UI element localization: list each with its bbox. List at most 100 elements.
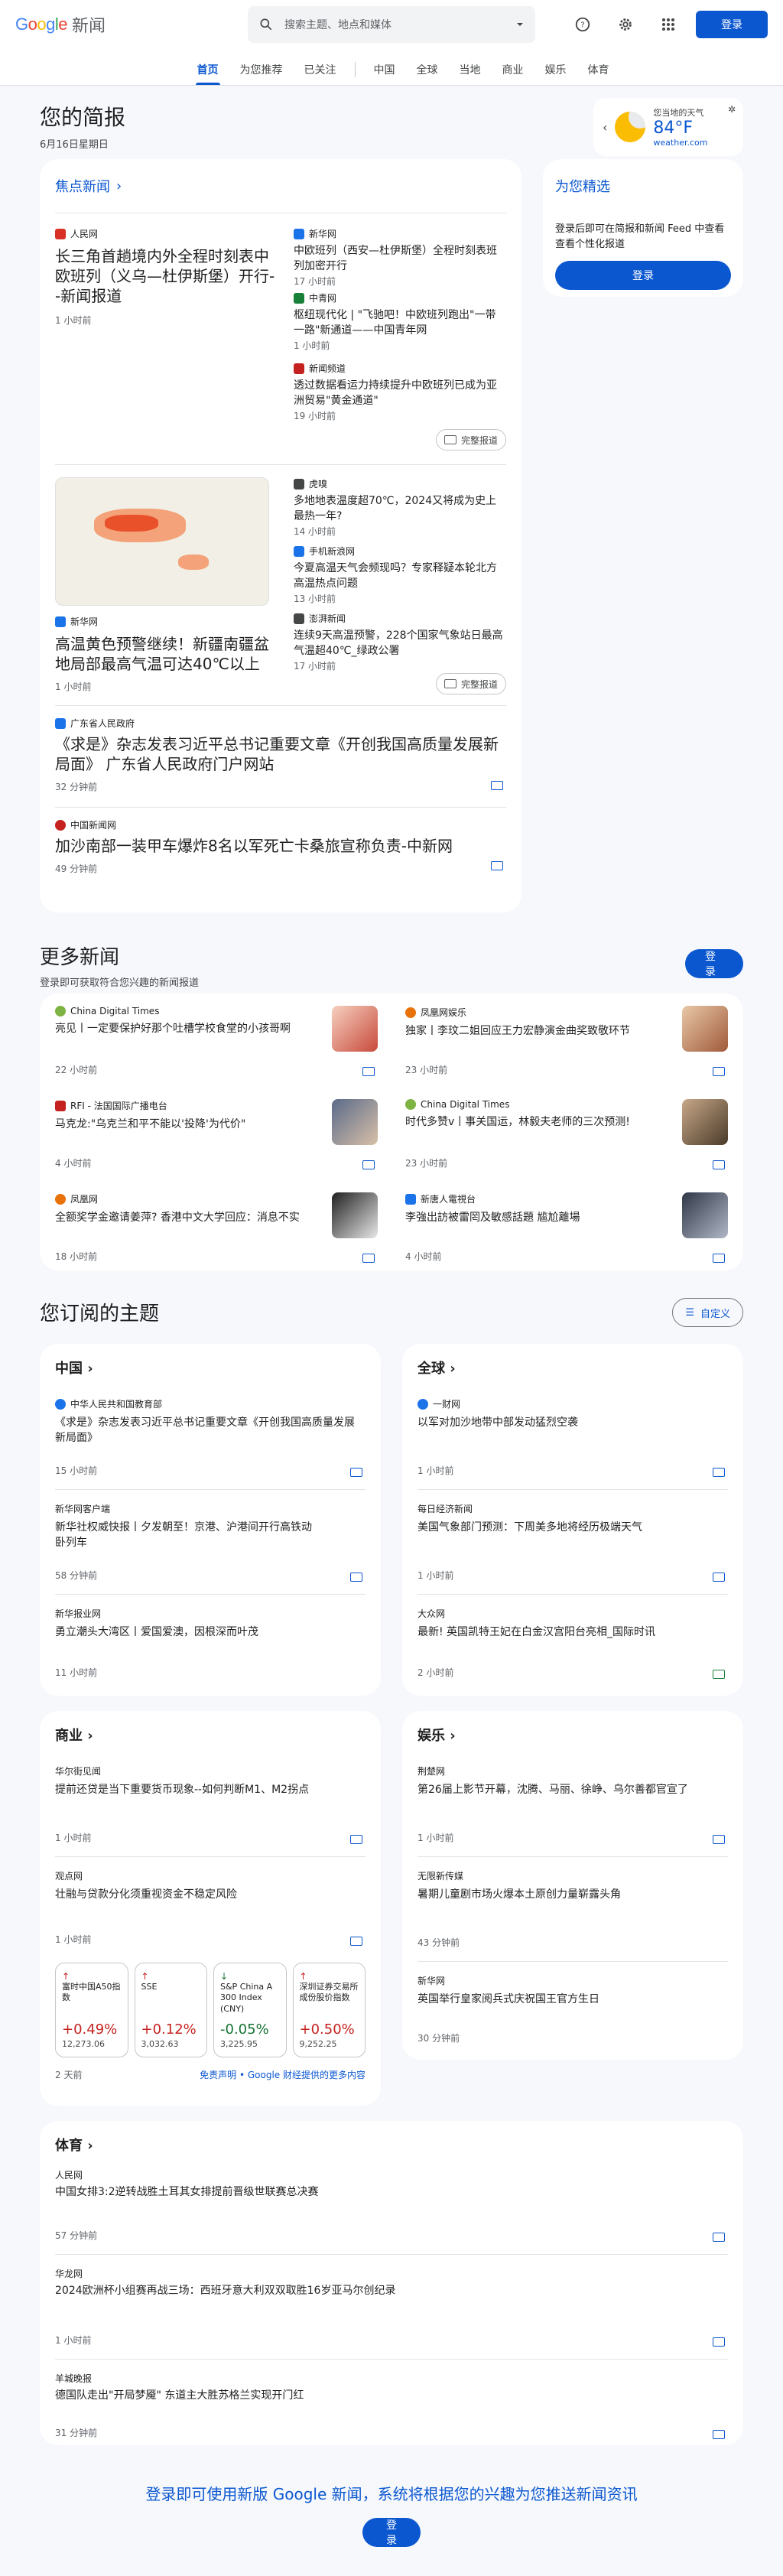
topic-item[interactable]: 华尔街见闻 提前还贷是当下重要货币现象--如何判断M1、M2拐点 1 小时前: [55, 1764, 366, 1856]
google-news-logo[interactable]: Google 新闻: [15, 12, 245, 37]
news-item[interactable]: RFI - 法国国际广播电台 马克龙:"乌克兰和平不能以'投降'为代价" 4 小…: [55, 1099, 378, 1179]
full-coverage-icon[interactable]: [713, 2233, 725, 2242]
news-item[interactable]: China Digital Times 时代多赞ⅴ丨事关国运，林毅夫老师的三次预…: [405, 1099, 728, 1179]
related-story[interactable]: 虎嗅 多地地表温度超70℃，2024又将成为史上最热一年? 14 小时前: [293, 477, 506, 537]
thumbnail-image[interactable]: [332, 1006, 378, 1052]
chevron-down-icon[interactable]: [515, 20, 525, 29]
help-icon[interactable]: ?: [567, 9, 598, 40]
thumbnail-image[interactable]: [682, 1099, 728, 1145]
headline[interactable]: 提前还贷是当下重要货币现象--如何判断M1、M2拐点: [55, 1782, 366, 1797]
full-coverage-icon[interactable]: [350, 1573, 362, 1582]
headline[interactable]: 李強出訪被雷罔及敏感話題 尴尬離場: [405, 1210, 665, 1225]
full-coverage-icon[interactable]: [713, 2337, 725, 2347]
full-coverage-icon[interactable]: [362, 1254, 375, 1263]
tab-world[interactable]: 全球: [406, 54, 449, 85]
full-coverage-icon[interactable]: [713, 1067, 725, 1076]
weather-widget[interactable]: ‹ 您当地的天气 84°F weather.com ✲: [593, 98, 743, 156]
full-coverage-icon[interactable]: [350, 1937, 362, 1946]
login-button[interactable]: 登录: [696, 11, 768, 38]
chevron-left-icon[interactable]: ‹: [603, 120, 607, 135]
tab-home[interactable]: 首页: [187, 54, 229, 85]
headline[interactable]: 第26届上影节开幕，沈腾、马丽、徐峥、乌尔善都官宣了: [417, 1782, 728, 1797]
market-tile[interactable]: ↑ SSE +0.12% 3,032.63: [134, 1963, 207, 2057]
market-tile[interactable]: ↑ 富时中国A50指数 +0.49% 12,273.06: [55, 1963, 128, 2057]
tab-china[interactable]: 中国: [363, 54, 406, 85]
tab-business[interactable]: 商业: [492, 54, 534, 85]
full-coverage-icon[interactable]: [713, 1835, 725, 1844]
related-headline[interactable]: 透过数据看运力持续提升中欧班列已成为亚洲贸易"黄金通道": [294, 378, 506, 409]
search-box[interactable]: 搜索主题、地点和媒体: [248, 6, 535, 43]
headline[interactable]: 暑期儿童剧市场火爆本土原创力量崭露头角: [417, 1887, 728, 1902]
picks-login-button[interactable]: 登录: [555, 261, 731, 290]
headline[interactable]: 独家丨李玟二姐回应王力宏静演金曲奖致敬环节: [405, 1023, 665, 1039]
headline[interactable]: 马克龙:"乌克兰和平不能以'投降'为代价": [55, 1117, 315, 1132]
full-coverage-button[interactable]: 完整报道: [435, 673, 506, 694]
market-tile[interactable]: ↓ S&P China A 300 Index (CNY) -0.05% 3,225.…: [213, 1963, 287, 2057]
related-headline[interactable]: 多地地表温度超70℃，2024又将成为史上最热一年?: [294, 493, 506, 525]
weather-map-image[interactable]: [55, 477, 269, 606]
full-coverage-icon[interactable]: [491, 781, 503, 790]
news-item[interactable]: 新唐人電視台 李強出訪被雷罔及敏感話題 尴尬離場 4 小时前: [405, 1192, 728, 1272]
topic-title-link[interactable]: 娱乐 ›: [417, 1725, 728, 1745]
more-news-login-button[interactable]: 登录: [685, 949, 743, 978]
topic-item[interactable]: 观点网 壮融与贷款分化须重视资金不稳定风险 1 小时前: [55, 1869, 366, 1958]
headline[interactable]: 勇立潮头大湾区丨爱国爱澳，因根深而叶茂: [55, 1625, 366, 1640]
headline[interactable]: 美国气象部门预测：下周美多地将经历极端天气: [417, 1520, 728, 1535]
full-coverage-icon[interactable]: [713, 1160, 725, 1169]
headline[interactable]: 《求是》杂志发表习近平总书记重要文章《开创我国高质量发展新局面》: [55, 1415, 361, 1446]
headline[interactable]: 亮见丨一定要保护好那个吐槽学校食堂的小孩哥啊: [55, 1021, 315, 1036]
topic-title-link[interactable]: 商业 ›: [55, 1725, 366, 1745]
topic-item[interactable]: 无限新传媒 暑期儿童剧市场火爆本土原创力量崭露头角 43 分钟前: [417, 1869, 728, 1961]
tab-following[interactable]: 已关注: [294, 54, 347, 85]
thumbnail-image[interactable]: [332, 1099, 378, 1145]
apps-grid-icon[interactable]: [653, 9, 684, 40]
topic-item[interactable]: 一财网 以军对加沙地带中部发动猛烈空袭 1 小时前: [417, 1397, 728, 1489]
full-coverage-icon[interactable]: [350, 1835, 362, 1844]
topic-title-link[interactable]: 中国 ›: [55, 1358, 366, 1377]
headline[interactable]: 高温黄色预警继续！新疆南疆盆地局部最高气温可达40℃以上: [55, 634, 277, 674]
full-coverage-icon[interactable]: [491, 861, 503, 870]
related-story[interactable]: 新闻频道 透过数据看运力持续提升中欧班列已成为亚洲贸易"黄金通道" 19 小时前: [293, 362, 506, 424]
related-story[interactable]: 澎湃新闻 连续9天高温预警，228个国家气象站日最高气温超40℃_绿政公署 17…: [293, 612, 506, 672]
topic-item[interactable]: 新华网 英国举行皇家阅兵式庆祝国王官方生日 30 分钟前: [417, 1974, 728, 2057]
topic-item[interactable]: 华龙网 2024欧洲杯小组赛再战三场：西班牙意大利双双取胜16岁亚马尔创纪录 1…: [55, 2267, 728, 2359]
news-item[interactable]: China Digital Times 亮见丨一定要保护好那个吐槽学校食堂的小孩…: [55, 1006, 378, 1085]
thumbnail-image[interactable]: [332, 1192, 378, 1238]
search-input[interactable]: 搜索主题、地点和媒体: [284, 17, 515, 32]
full-coverage-icon[interactable]: [350, 1468, 362, 1477]
topic-item[interactable]: 羊城晚报 德国队走出"开局梦魇" 东道主大胜苏格兰实现开门红 31 分钟前: [55, 2372, 728, 2451]
headline[interactable]: 新华社权威快报丨夕发朝至！京港、沪港间开行高铁动卧列车: [55, 1520, 315, 1551]
story-card[interactable]: 中国新闻网 加沙南部一装甲车爆炸8名以军死亡卡桑旅宣称负责-中新网 49 分钟前: [55, 818, 506, 874]
story-card[interactable]: 广东省人民政府 《求是》杂志发表习近平总书记重要文章《开创我国高质量发展新局面》…: [55, 717, 506, 796]
full-coverage-icon[interactable]: [713, 1468, 725, 1477]
top-stories-link[interactable]: 焦点新闻 ›: [55, 176, 506, 196]
headline[interactable]: 最新! 英国凯特王妃在白金汉宫阳台亮相_国际时讯: [417, 1625, 677, 1640]
related-headline[interactable]: 今夏高温天气会频现吗？专家释疑本轮北方高温热点问题: [294, 561, 506, 592]
headline[interactable]: 长三角首趟境内外全程时刻表中欧班列（义乌—杜伊斯堡）开行--新闻报道: [55, 246, 277, 306]
market-tile[interactable]: ↑ 深圳证券交易所成份股价指数 +0.50% 9,252.25: [292, 1963, 366, 2057]
topic-item[interactable]: 荆楚网 第26届上影节开幕，沈腾、马丽、徐峥、乌尔善都官宣了 1 小时前: [417, 1764, 728, 1856]
news-item[interactable]: 凤凰网娱乐 独家丨李玟二姐回应王力宏静演金曲奖致敬环节 23 小时前: [405, 1006, 728, 1085]
tab-for-you[interactable]: 为您推荐: [229, 54, 294, 85]
headline[interactable]: 以军对加沙地带中部发动猛烈空袭: [417, 1415, 728, 1430]
headline[interactable]: 时代多赞ⅴ丨事关国运，林毅夫老师的三次预测!: [405, 1114, 665, 1130]
tab-sports[interactable]: 体育: [577, 54, 620, 85]
full-coverage-icon[interactable]: [362, 1160, 375, 1169]
story-cluster-main[interactable]: 新华网 高温黄色预警继续！新疆南疆盆地局部最高气温可达40℃以上 1 小时前: [55, 477, 277, 694]
topic-item[interactable]: 人民网 中国女排3:2逆转战胜土耳其女排提前晋级世联赛总决赛 57 分钟前: [55, 2168, 728, 2254]
related-story[interactable]: 新华网 中欧班列（西安—杜伊斯堡）全程时刻表班列加密开行 17 小时前: [293, 227, 506, 287]
headline[interactable]: 壮融与贷款分化须重视资金不稳定风险: [55, 1887, 366, 1902]
topic-item[interactable]: 新华报业网 勇立潮头大湾区丨爱国爱澳，因根深而叶茂 11 小时前: [55, 1607, 366, 1691]
headline[interactable]: 中国女排3:2逆转战胜土耳其女排提前晋级世联赛总决赛: [55, 2184, 728, 2200]
story-cluster-main[interactable]: 人民网 长三角首趟境内外全程时刻表中欧班列（义乌—杜伊斯堡）开行--新闻报道 1…: [55, 227, 277, 450]
thumbnail-image[interactable]: [682, 1192, 728, 1238]
full-coverage-icon[interactable]: [713, 1573, 725, 1582]
topic-item[interactable]: 中华人民共和国教育部 《求是》杂志发表习近平总书记重要文章《开创我国高质量发展新…: [55, 1397, 366, 1489]
customize-button[interactable]: ☰ 自定义: [672, 1298, 743, 1327]
related-story[interactable]: 中青网 枢纽现代化 | "飞驰吧！中欧班列跑出"一带一路"新通道——中国青年网 …: [293, 291, 506, 354]
topic-item[interactable]: 大众网 最新! 英国凯特王妃在白金汉宫阳台亮相_国际时讯 2 小时前: [417, 1607, 728, 1691]
related-headline[interactable]: 连续9天高温预警，228个国家气象站日最高气温超40℃_绿政公署: [294, 628, 506, 659]
topic-item[interactable]: 新华网客户端 新华社权威快报丨夕发朝至！京港、沪港间开行高铁动卧列车 58 分钟…: [55, 1502, 366, 1594]
headline[interactable]: 2024欧洲杯小组赛再战三场：西班牙意大利双双取胜16岁亚马尔创纪录: [55, 2283, 728, 2298]
headline[interactable]: 加沙南部一装甲车爆炸8名以军死亡卡桑旅宣称负责-中新网: [55, 836, 506, 856]
